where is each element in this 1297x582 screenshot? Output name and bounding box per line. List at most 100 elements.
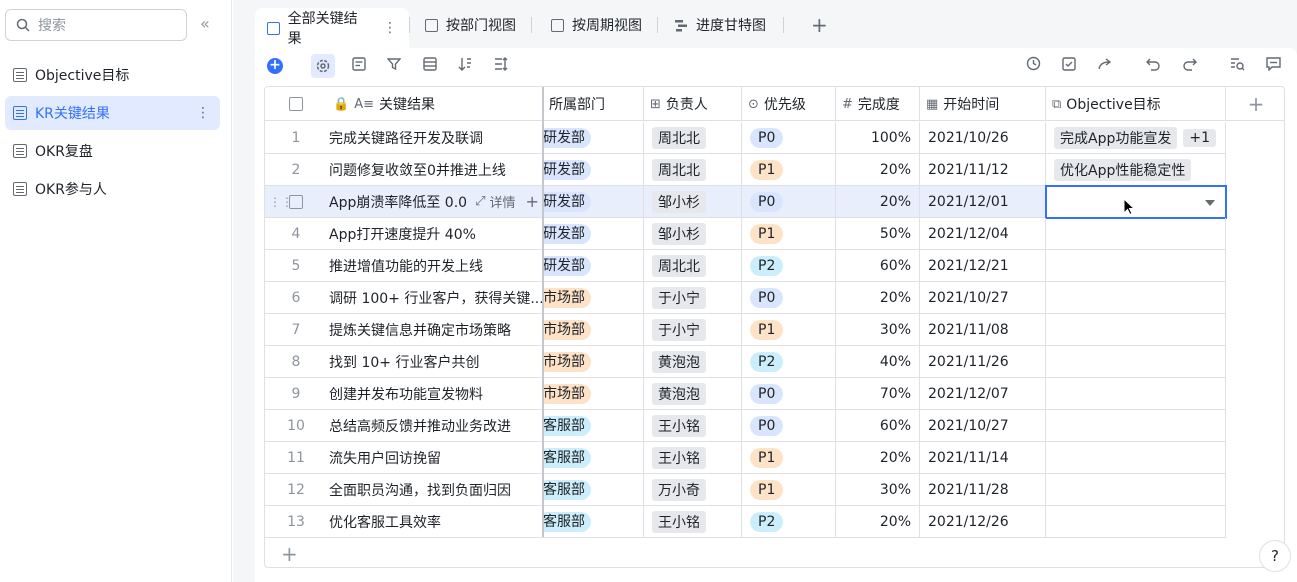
header-priority[interactable]: ⊙ 优先级 [742,87,836,121]
progress-cell[interactable]: 70% [836,378,920,410]
settings-icon[interactable] [311,54,335,78]
owner-cell[interactable]: 周北北 [644,122,742,154]
owner-cell[interactable]: 周北北 [644,250,742,282]
kr-cell[interactable]: 全面职员沟通，找到负面归因 [327,474,543,506]
add-icon[interactable]: + [526,192,539,211]
collapse-sidebar-icon[interactable]: « [200,14,210,33]
start-date-cell[interactable]: 2021/12/04 [920,218,1046,250]
objective-cell[interactable] [1046,410,1226,442]
row-number-cell[interactable]: 9 [265,378,327,410]
priority-cell[interactable]: P2 [742,250,836,282]
tab-by-period[interactable]: 按周期视图 [539,8,654,42]
sidebar-item-review[interactable]: OKR复盘 [5,134,220,168]
owner-cell[interactable]: 于小宁 [644,314,742,346]
kr-cell[interactable]: 流失用户回访挽留 [327,442,543,474]
table-row[interactable]: 10 总结高频反馈并推动业务改进 客服部 王小铭 P0 60% 2021/10/27 [265,410,1226,442]
comment-icon[interactable] [1263,56,1283,76]
header-progress[interactable]: # 完成度 [836,87,920,121]
header-owner[interactable]: ⊞ 负责人 [644,87,742,121]
tab-gantt[interactable]: 进度甘特图 [663,8,778,42]
progress-cell[interactable]: 30% [836,474,920,506]
progress-cell[interactable]: 60% [836,410,920,442]
dropdown-arrow-icon[interactable] [1205,200,1215,206]
help-button[interactable]: ? [1259,540,1291,572]
objective-cell[interactable]: 完成App功能宣发 +1 [1046,122,1226,154]
history-icon[interactable] [1023,56,1043,76]
row-number-cell[interactable]: 12 [265,474,327,506]
group-icon[interactable] [420,56,440,76]
dept-cell[interactable]: 市场部 [543,378,644,410]
row-number-cell[interactable]: 7 [265,314,327,346]
add-record-button[interactable]: + [267,58,283,74]
table-row[interactable]: 7 提炼关键信息并确定市场策略 市场部 于小宁 P1 30% 2021/11/08 [265,314,1226,346]
undo-icon[interactable] [1143,56,1163,76]
search-icon[interactable] [1227,56,1247,76]
owner-cell[interactable]: 万小奇 [644,474,742,506]
table-row[interactable]: 11 流失用户回访挽留 客服部 王小铭 P1 20% 2021/11/14 [265,442,1226,474]
tab-by-dept[interactable]: 按部门视图 [413,8,528,42]
priority-cell[interactable]: P0 [742,410,836,442]
objective-cell[interactable] [1046,282,1226,314]
header-objective[interactable]: ⧉ Objective目标 [1046,87,1226,121]
add-column-button[interactable]: + [1226,87,1284,121]
priority-cell[interactable]: P1 [742,314,836,346]
owner-cell[interactable]: 黄泡泡 [644,378,742,410]
dept-cell[interactable]: 客服部 [543,474,644,506]
kr-cell[interactable]: 完成关键路径开发及联调 [327,122,543,154]
owner-cell[interactable]: 邹小杉 [644,218,742,250]
row-number-cell[interactable]: 2 [265,154,327,186]
table-row[interactable]: 5 推进增值功能的开发上线 研发部 周北北 P2 60% 2021/12/21 [265,250,1226,282]
row-number-cell[interactable]: 10 [265,410,327,442]
start-date-cell[interactable]: 2021/10/27 [920,282,1046,314]
sidebar-item-objective[interactable]: Objective目标 [5,58,220,92]
dept-cell[interactable]: 研发部 [543,250,644,282]
dept-cell[interactable]: 客服部 [543,410,644,442]
frozen-column-divider[interactable] [542,87,544,537]
sidebar-item-kr[interactable]: KR关键结果 ⋮ [5,96,220,130]
row-number-cell[interactable]: 8 [265,346,327,378]
dept-cell[interactable]: 客服部 [543,442,644,474]
kr-cell[interactable]: 调研 100+ 行业客户，获得关键... [327,282,543,314]
row-number-cell[interactable]: 1 [265,122,327,154]
start-date-cell[interactable]: 2021/11/08 [920,314,1046,346]
objective-cell-editor[interactable] [1045,185,1227,219]
table-row[interactable]: 13 优化客服工具效率 客服部 王小铭 P2 20% 2021/12/26 [265,506,1226,538]
owner-cell[interactable]: 黄泡泡 [644,346,742,378]
tab-all-kr[interactable]: 全部关键结果 ⋮ [255,8,409,48]
row-number-cell[interactable]: 5 [265,250,327,282]
table-row[interactable]: 4 App打开速度提升 40% 研发部 邹小杉 P1 50% 2021/12/04 [265,218,1226,250]
progress-cell[interactable]: 40% [836,346,920,378]
kr-cell[interactable]: 创建并发布功能宣发物料 [327,378,543,410]
dept-cell[interactable]: 研发部 [543,218,644,250]
header-start[interactable]: ▦ 开始时间 [920,87,1046,121]
header-select-all[interactable] [265,87,327,121]
owner-cell[interactable]: 王小铭 [644,506,742,538]
start-date-cell[interactable]: 2021/11/14 [920,442,1046,474]
expand-icon[interactable]: ⤢ [475,194,485,209]
dept-cell[interactable]: 市场部 [543,282,644,314]
kr-cell[interactable]: 总结高频反馈并推动业务改进 [327,410,543,442]
objective-cell[interactable]: 优化App性能稳定性 [1046,154,1226,186]
table-row[interactable]: 1 完成关键路径开发及联调 研发部 周北北 P0 100% 2021/10/26 完成App功… [265,122,1226,154]
start-date-cell[interactable]: 2021/11/26 [920,346,1046,378]
filter-icon[interactable] [384,56,404,76]
objective-cell[interactable] [1046,346,1226,378]
detail-link[interactable]: 详情 [489,192,515,211]
progress-cell[interactable]: 20% [836,154,920,186]
add-row-button[interactable]: + [281,542,298,566]
priority-cell[interactable]: P2 [742,506,836,538]
table-row[interactable]: 8 找到 10+ 行业客户共创 市场部 黄泡泡 P2 40% 2021/11/26 [265,346,1226,378]
priority-cell[interactable]: P1 [742,218,836,250]
start-date-cell[interactable]: 2021/11/28 [920,474,1046,506]
progress-cell[interactable]: 50% [836,218,920,250]
dept-cell[interactable]: 研发部 [543,122,644,154]
dept-cell[interactable]: 市场部 [543,314,644,346]
table-row[interactable]: 2 问题修复收敛至0并推进上线 研发部 周北北 P1 20% 2021/11/12 优化App… [265,154,1226,186]
dept-cell[interactable]: 研发部 [543,154,644,186]
owner-cell[interactable]: 周北北 [644,154,742,186]
progress-cell[interactable]: 30% [836,314,920,346]
check-icon[interactable] [1059,56,1079,76]
checkbox[interactable] [289,97,303,111]
form-icon[interactable] [349,56,369,76]
row-number-cell[interactable]: ⋮⋮ [265,186,327,218]
